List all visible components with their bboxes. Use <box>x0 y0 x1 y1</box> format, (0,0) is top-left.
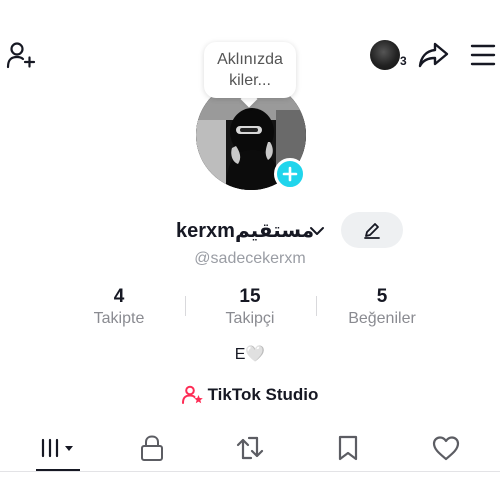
stat-divider <box>185 296 186 316</box>
pencil-icon <box>364 223 380 239</box>
edit-profile-button[interactable] <box>341 212 403 248</box>
stat-following[interactable]: 4 Takipte <box>64 286 174 330</box>
lock-icon <box>141 435 163 461</box>
add-friend-button[interactable] <box>4 38 38 72</box>
tiktok-studio-link[interactable]: TikTok Studio <box>0 382 500 408</box>
stat-label: Takipçi <box>225 310 275 327</box>
person-plus-icon <box>6 42 36 69</box>
heart-icon <box>432 436 460 461</box>
stat-value: 15 <box>239 286 261 307</box>
bookmark-icon <box>338 435 358 461</box>
tab-favorites[interactable] <box>318 428 378 468</box>
stat-followers[interactable]: 15 Takipçi <box>195 286 305 330</box>
note-bubble[interactable]: Aklınızda kiler... <box>204 42 296 98</box>
stat-value: 5 <box>376 286 388 307</box>
share-button[interactable] <box>416 38 452 72</box>
active-tab-indicator <box>36 469 80 471</box>
tab-liked[interactable] <box>416 428 476 468</box>
plus-icon <box>282 166 298 182</box>
hamburger-menu-icon <box>470 44 496 66</box>
profile-bio: E🤍 <box>234 346 266 363</box>
username: @sadecekerxm <box>194 250 306 267</box>
add-avatar-badge[interactable] <box>274 158 306 190</box>
story-avatar-button[interactable] <box>368 38 402 72</box>
tab-private[interactable] <box>122 428 182 468</box>
story-count: 3 <box>400 54 407 68</box>
studio-person-star-icon <box>181 385 203 404</box>
profile-stats: 4 Takipte 15 Takipçi 5 Beğeniler <box>0 286 500 334</box>
story-avatar-image <box>370 40 400 70</box>
content-tabs <box>0 428 500 472</box>
stat-label: Takipte <box>93 310 145 327</box>
repost-icon <box>236 436 264 460</box>
tiktok-studio-label: TikTok Studio <box>207 385 319 404</box>
videos-grid-icon <box>40 438 73 458</box>
tab-reposts[interactable] <box>220 428 280 468</box>
stat-value: 4 <box>113 286 125 307</box>
stat-divider <box>316 296 317 316</box>
stat-label: Beğeniler <box>348 310 416 327</box>
share-arrow-icon <box>418 42 449 68</box>
display-name[interactable]: kerxmمستقيم <box>176 218 314 243</box>
chevron-down-icon[interactable] <box>307 223 327 239</box>
name-row: kerxmمستقيم <box>0 212 500 250</box>
status-bar <box>0 0 500 12</box>
menu-button[interactable] <box>466 38 500 72</box>
stat-likes[interactable]: 5 Beğeniler <box>327 286 437 330</box>
tab-videos[interactable] <box>28 428 88 468</box>
